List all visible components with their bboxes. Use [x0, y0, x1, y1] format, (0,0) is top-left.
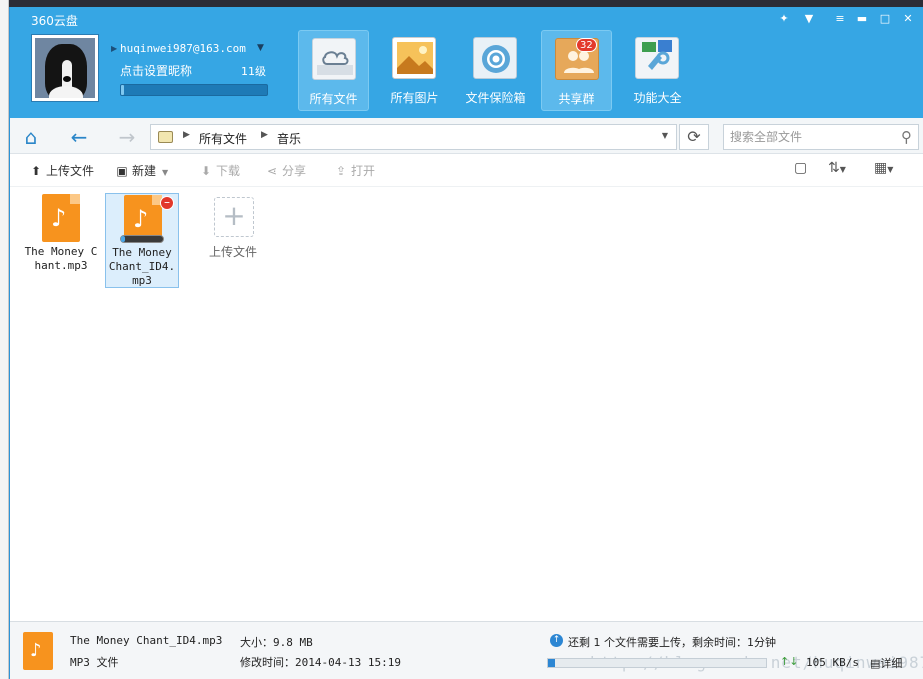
path-dropdown-icon[interactable]: ▼ — [662, 131, 668, 140]
forward-arrow-icon[interactable]: → — [110, 124, 144, 150]
home-icon[interactable]: ⌂ — [14, 124, 48, 150]
set-nickname-link[interactable]: 点击设置昵称 — [120, 62, 192, 79]
preview-pane-icon[interactable]: ▢ — [794, 160, 807, 176]
status-bar: ♪ The Money Chant_ID4.mp3 MP3 文件 大小：9.8 … — [10, 621, 923, 679]
level-progress-bar — [120, 84, 268, 96]
avatar[interactable] — [31, 34, 99, 102]
selected-file-type: MP3 文件 — [70, 656, 119, 669]
open-icon: ⇪ — [335, 164, 347, 178]
search-input[interactable] — [730, 126, 890, 148]
gift-icon[interactable]: ✦ — [776, 12, 792, 26]
upload-icon: ⬆ — [30, 164, 42, 178]
nav-label: 功能大全 — [633, 91, 682, 105]
upload-tile-label: 上传文件 — [208, 245, 257, 259]
close-icon[interactable]: ✕ — [900, 12, 916, 26]
plus-icon: + — [214, 197, 254, 237]
open-label: 打开 — [351, 164, 376, 178]
nav-label: 文件保险箱 — [465, 91, 526, 105]
nav-label: 所有文件 — [309, 92, 358, 106]
new-label: 新建 — [132, 164, 157, 178]
chevron-down-icon: ▼ — [162, 168, 169, 177]
file-upload-progress — [120, 235, 164, 243]
transfer-arrows-icon: ↑↓ — [780, 655, 799, 668]
nav-share-group[interactable]: 32 共享群 — [541, 30, 612, 111]
open-button[interactable]: ⇪ 打开 — [333, 162, 375, 179]
cloud-disk-icon — [312, 38, 356, 80]
title-bar: 360云盘 ✦ ▼ ≡ ▬ □ ✕ ▶ huqinwei987@163.com … — [10, 7, 923, 118]
maximize-icon[interactable]: □ — [877, 12, 893, 26]
new-button[interactable]: ▣ 新建 ▼ — [114, 162, 168, 179]
music-file-icon: ♪ — [42, 194, 80, 242]
nav-all-files[interactable]: 所有文件 — [298, 30, 369, 111]
nav-all-features[interactable]: 功能大全 — [622, 30, 693, 111]
breadcrumb[interactable]: ▶ 所有文件 ▶ 音乐 ▼ — [150, 124, 677, 150]
account-dropdown-icon[interactable]: ▼ — [257, 43, 264, 53]
toolbox-icon — [635, 37, 679, 79]
sort-icon[interactable]: ⇅▼ — [828, 160, 846, 176]
details-icon: ▤ — [870, 657, 881, 670]
folder-icon — [158, 131, 173, 143]
user-level: 11级 — [241, 65, 266, 78]
app-title: 360云盘 — [31, 14, 78, 28]
upload-progress-bar — [547, 658, 767, 668]
user-email[interactable]: huqinwei987@163.com — [120, 42, 246, 55]
upload-status-icon: ↑ — [550, 634, 563, 647]
selected-file-modified: 修改时间：2014-04-13 15:19 — [240, 656, 401, 669]
upload-label: 上传文件 — [46, 164, 95, 178]
nav-file-safe[interactable]: 文件保险箱 — [460, 30, 531, 111]
address-bar: ⌂ ← → ▶ 所有文件 ▶ 音乐 ▼ ⟳ ⚲ — [10, 118, 923, 154]
details-label: 详细 — [880, 657, 903, 670]
nav-label: 共享群 — [558, 92, 595, 106]
download-icon: ⬇ — [200, 164, 212, 178]
view-mode-icon[interactable]: ▦▼ — [874, 160, 893, 176]
refresh-icon[interactable]: ⟳ — [679, 124, 709, 150]
details-button[interactable]: ▤详细 — [870, 655, 902, 671]
share-label: 分享 — [282, 164, 307, 178]
file-item-the-money-chant[interactable]: ♪ The Money Chant.mp3 — [24, 193, 98, 288]
upload-file-tile[interactable]: + 上传文件 — [196, 193, 270, 288]
back-arrow-icon[interactable]: ← — [62, 124, 96, 150]
toolbar: ⬆ 上传文件 ▣ 新建 ▼ ⬇ 下载 ⋖ 分享 ⇪ 打开 ▢ ⇅▼ ▦▼ — [10, 154, 923, 187]
nav-all-photos[interactable]: 所有图片 — [379, 30, 450, 111]
share-group-badge: 32 — [576, 38, 597, 52]
photo-icon — [392, 37, 436, 79]
menu-icon[interactable]: ≡ — [832, 12, 848, 26]
tshirt-icon[interactable]: ▼ — [801, 12, 817, 26]
upload-button[interactable]: ⬆ 上传文件 — [28, 162, 94, 179]
cancel-upload-icon[interactable]: – — [160, 196, 174, 210]
breadcrumb-all-files[interactable]: 所有文件 — [199, 130, 247, 147]
search-box[interactable]: ⚲ — [723, 124, 919, 150]
music-file-icon: ♪ — [23, 632, 53, 670]
download-label: 下载 — [216, 164, 241, 178]
share-icon: ⋖ — [266, 164, 278, 178]
file-name: The Money Chant.mp3 — [24, 245, 98, 272]
background-window-strip — [0, 0, 923, 7]
nav-label: 所有图片 — [390, 91, 439, 105]
selected-file-size: 大小：9.8 MB — [240, 636, 313, 649]
search-icon[interactable]: ⚲ — [901, 128, 912, 146]
safe-icon — [473, 37, 517, 79]
transfer-speed: 105 KB/s — [806, 656, 859, 669]
minimize-icon[interactable]: ▬ — [854, 12, 870, 26]
download-button[interactable]: ⬇ 下载 — [198, 162, 240, 179]
email-caret-icon: ▶ — [111, 44, 118, 53]
selected-file-name: The Money Chant_ID4.mp3 — [70, 634, 223, 647]
breadcrumb-separator-icon: ▶ — [183, 130, 190, 140]
cloud-drive-window: 360云盘 ✦ ▼ ≡ ▬ □ ✕ ▶ huqinwei987@163.com … — [9, 7, 923, 679]
breadcrumb-separator-icon: ▶ — [261, 130, 268, 140]
background-window-edge — [0, 0, 9, 679]
new-folder-icon: ▣ — [116, 164, 128, 178]
share-button[interactable]: ⋖ 分享 — [264, 162, 306, 179]
upload-status-text: 还剩 1 个文件需要上传，剩余时间：1分钟 — [568, 636, 776, 649]
breadcrumb-music[interactable]: 音乐 — [277, 130, 301, 147]
file-name: The Money Chant_ID4.mp3 — [108, 246, 176, 287]
file-item-the-money-chant-id4[interactable]: ♪ – The Money Chant_ID4.mp3 — [105, 193, 179, 288]
